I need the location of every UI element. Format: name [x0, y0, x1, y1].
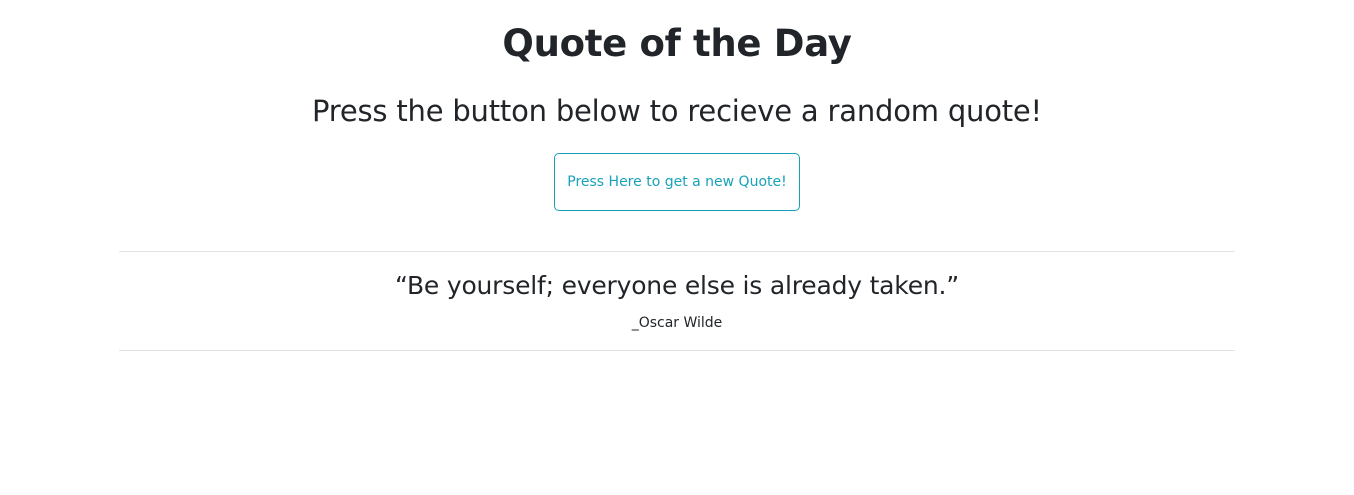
quote-text: “Be yourself; everyone else is already t… [394, 271, 960, 300]
page-subtitle: Press the button below to recieve a rand… [312, 94, 1042, 128]
new-quote-button[interactable]: Press Here to get a new Quote! [554, 153, 800, 211]
button-container: Press Here to get a new Quote! [0, 153, 1354, 211]
page-title: Quote of the Day [502, 22, 852, 65]
quote-divider-bottom [119, 350, 1235, 351]
page: Quote of the Day Press the button below … [0, 0, 1354, 495]
quote-divider-top [119, 251, 1235, 252]
quote-author: _Oscar Wilde [631, 315, 723, 331]
